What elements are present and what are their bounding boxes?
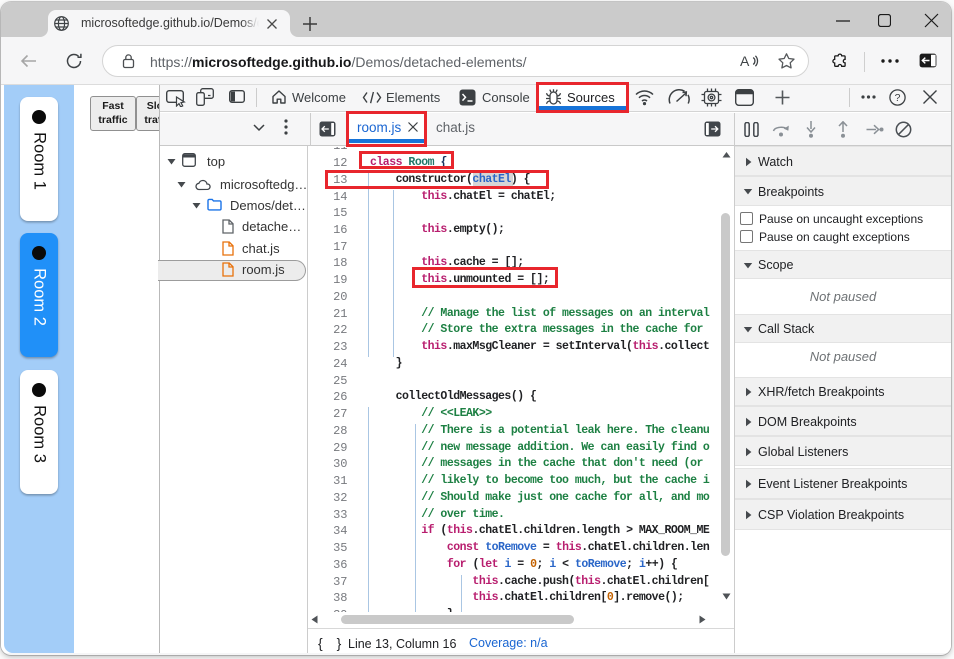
svg-text:A: A [740, 53, 750, 69]
svg-text:?: ? [895, 92, 901, 104]
